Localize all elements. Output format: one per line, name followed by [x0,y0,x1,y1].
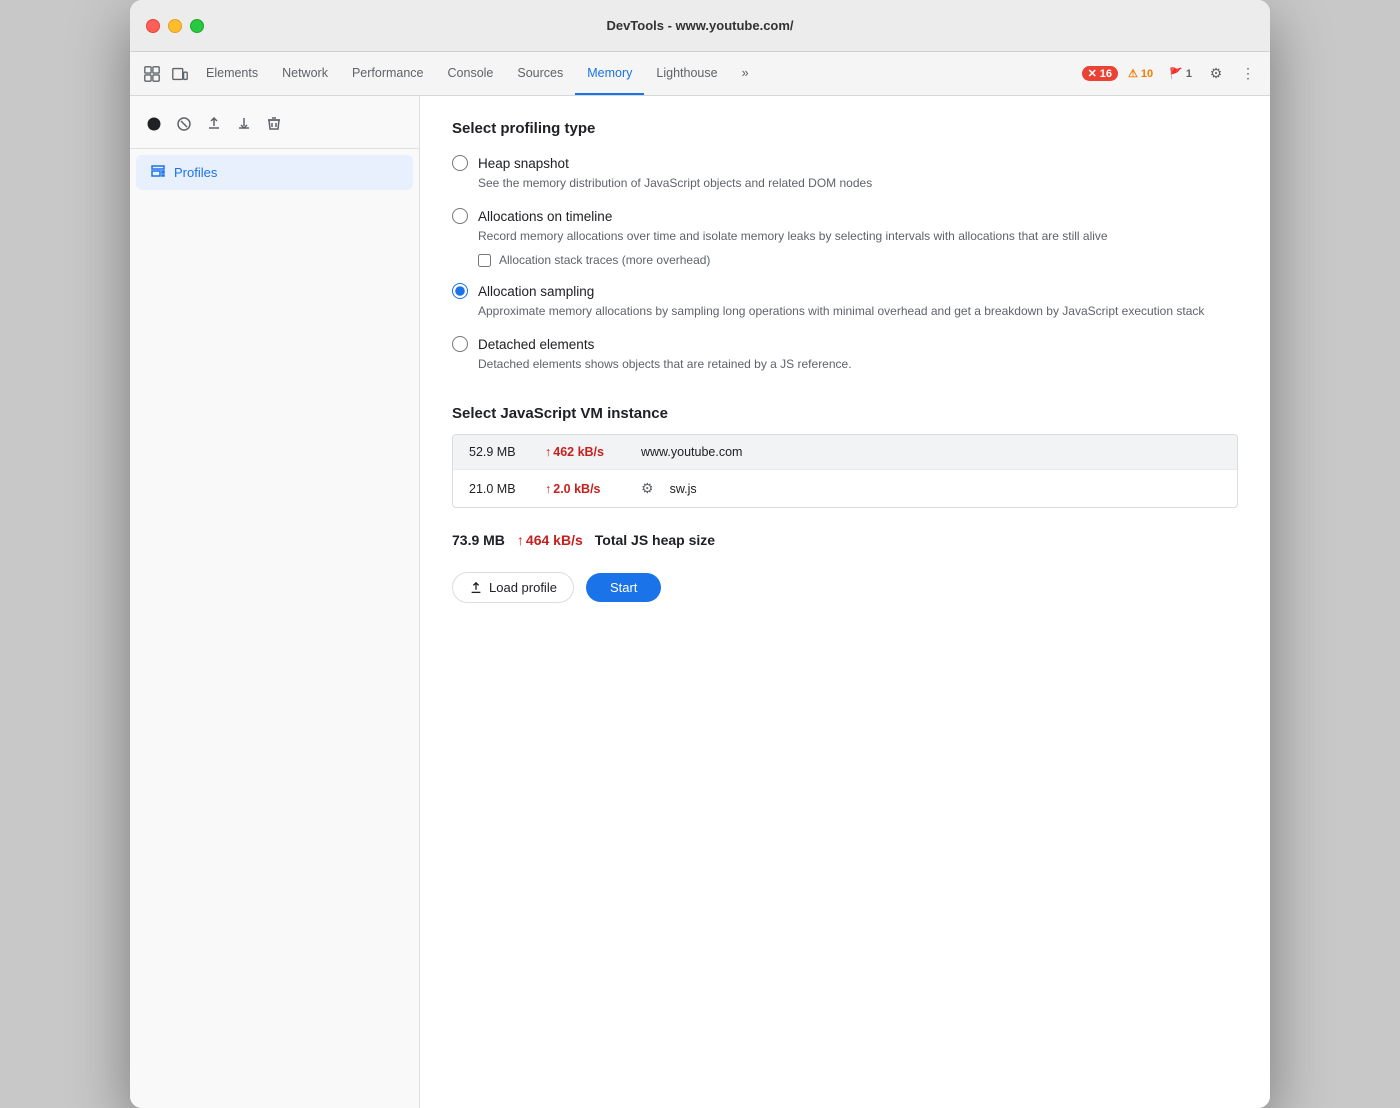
allocations-timeline-radio[interactable] [452,208,468,224]
allocation-sampling-radio[interactable] [452,283,468,299]
allocations-timeline-text: Allocations on timeline [478,209,612,224]
allocation-sampling-desc: Approximate memory allocations by sampli… [478,302,1238,320]
vm1-size: 52.9 MB [469,445,529,459]
start-label: Start [610,580,637,595]
info-badge[interactable]: 🚩 1 [1163,66,1198,81]
vm-section-title: Select JavaScript VM instance [452,405,1238,422]
error-count: 16 [1100,68,1112,80]
window-title: DevTools - www.youtube.com/ [606,18,793,33]
toolbar: Elements Network Performance Console Sou… [130,52,1270,96]
detached-elements-option: Detached elements Detached elements show… [452,336,1238,373]
device-toggle-icon[interactable] [166,60,194,88]
vm-row-1[interactable]: 52.9 MB ↑ 462 kB/s www.youtube.com [453,435,1237,470]
maximize-button[interactable] [190,19,204,33]
vm2-rate-value: 2.0 kB/s [553,482,600,496]
heap-rate-arrow: ↑ [517,532,524,548]
upload-icon[interactable] [200,110,228,138]
vm1-rate: ↑ 462 kB/s [545,445,625,459]
vm2-size: 21.0 MB [469,482,529,496]
heap-summary: 73.9 MB ↑ 464 kB/s Total JS heap size [452,524,1238,556]
warning-count: 10 [1141,68,1153,80]
sidebar-profiles-label: Profiles [174,165,217,180]
detached-elements-text: Detached elements [478,337,594,352]
minimize-button[interactable] [168,19,182,33]
heap-rate: ↑ 464 kB/s [517,532,583,548]
detached-elements-label[interactable]: Detached elements [452,336,1238,352]
tab-network[interactable]: Network [270,52,340,95]
heap-snapshot-desc: See the memory distribution of JavaScrip… [478,174,1238,192]
toolbar-actions: ✕ 16 ⚠ 10 🚩 1 ⚙ ⋮ [1082,60,1262,88]
download-icon[interactable] [230,110,258,138]
heap-snapshot-radio[interactable] [452,155,468,171]
select-profiling-title: Select profiling type [452,120,1238,137]
tab-bar: Elements Network Performance Console Sou… [138,52,1082,95]
heap-snapshot-label[interactable]: Heap snapshot [452,155,1238,171]
allocation-sampling-text: Allocation sampling [478,284,594,299]
warning-icon: ⚠ [1128,67,1138,80]
sidebar-item-profiles[interactable]: Profiles [136,155,413,190]
bottom-actions: Load profile Start [452,572,1238,603]
allocation-stack-traces-label[interactable]: Allocation stack traces (more overhead) [478,253,1238,267]
sidebar-toolbar [130,104,419,149]
error-icon: ✕ [1088,67,1097,80]
error-badge[interactable]: ✕ 16 [1082,66,1118,81]
tab-performance[interactable]: Performance [340,52,436,95]
inspect-icon[interactable] [138,60,166,88]
tab-console[interactable]: Console [436,52,506,95]
allocations-timeline-label[interactable]: Allocations on timeline [452,208,1238,224]
close-button[interactable] [146,19,160,33]
heap-label: Total JS heap size [595,532,715,548]
allocation-stack-traces-checkbox[interactable] [478,254,491,267]
vm2-gear-icon: ⚙ [641,480,654,497]
start-button[interactable]: Start [586,573,661,602]
tab-elements[interactable]: Elements [194,52,270,95]
heap-rate-value: 464 kB/s [526,532,583,548]
detached-elements-desc: Detached elements shows objects that are… [478,355,1238,373]
allocations-timeline-option: Allocations on timeline Record memory al… [452,208,1238,267]
more-options-icon[interactable]: ⋮ [1234,60,1262,88]
vm1-name: www.youtube.com [641,445,742,459]
devtools-body: Profiles Select profiling type Heap snap… [130,96,1270,1108]
vm-section: Select JavaScript VM instance 52.9 MB ↑ … [452,405,1238,603]
allocation-sampling-label[interactable]: Allocation sampling [452,283,1238,299]
settings-icon[interactable]: ⚙ [1202,60,1230,88]
allocations-timeline-desc: Record memory allocations over time and … [478,227,1238,245]
vm-table: 52.9 MB ↑ 462 kB/s www.youtube.com 21.0 … [452,434,1238,508]
allocation-stack-traces-text: Allocation stack traces (more overhead) [499,253,710,267]
allocation-sampling-option: Allocation sampling Approximate memory a… [452,283,1238,320]
vm2-arrow: ↑ [545,482,551,496]
heap-snapshot-text: Heap snapshot [478,156,569,171]
clear-button[interactable] [170,110,198,138]
vm2-rate: ↑ 2.0 kB/s [545,482,625,496]
heap-snapshot-option: Heap snapshot See the memory distributio… [452,155,1238,192]
info-icon: 🚩 [1169,67,1183,80]
collect-garbage-icon[interactable] [260,110,288,138]
titlebar: DevTools - www.youtube.com/ [130,0,1270,52]
profiles-icon [150,163,166,182]
upload-icon-btn [469,581,483,595]
load-profile-button[interactable]: Load profile [452,572,574,603]
vm1-rate-value: 462 kB/s [553,445,604,459]
info-count: 1 [1186,68,1192,80]
load-profile-label: Load profile [489,580,557,595]
record-button[interactable] [140,110,168,138]
tab-more[interactable]: » [730,52,761,95]
main-content: Select profiling type Heap snapshot See … [420,96,1270,1108]
profiling-options: Select profiling type Heap snapshot See … [452,120,1238,373]
warning-badge[interactable]: ⚠ 10 [1122,66,1159,81]
vm1-arrow: ↑ [545,445,551,459]
heap-size: 73.9 MB [452,532,505,548]
detached-elements-radio[interactable] [452,336,468,352]
tab-memory[interactable]: Memory [575,52,644,95]
traffic-lights [146,19,204,33]
vm-row-2[interactable]: 21.0 MB ↑ 2.0 kB/s ⚙ sw.js [453,470,1237,507]
devtools-window: DevTools - www.youtube.com/ Elements Net… [130,0,1270,1108]
tab-sources[interactable]: Sources [505,52,575,95]
tab-lighthouse[interactable]: Lighthouse [644,52,729,95]
vm2-name: sw.js [670,482,697,496]
sidebar: Profiles [130,96,420,1108]
